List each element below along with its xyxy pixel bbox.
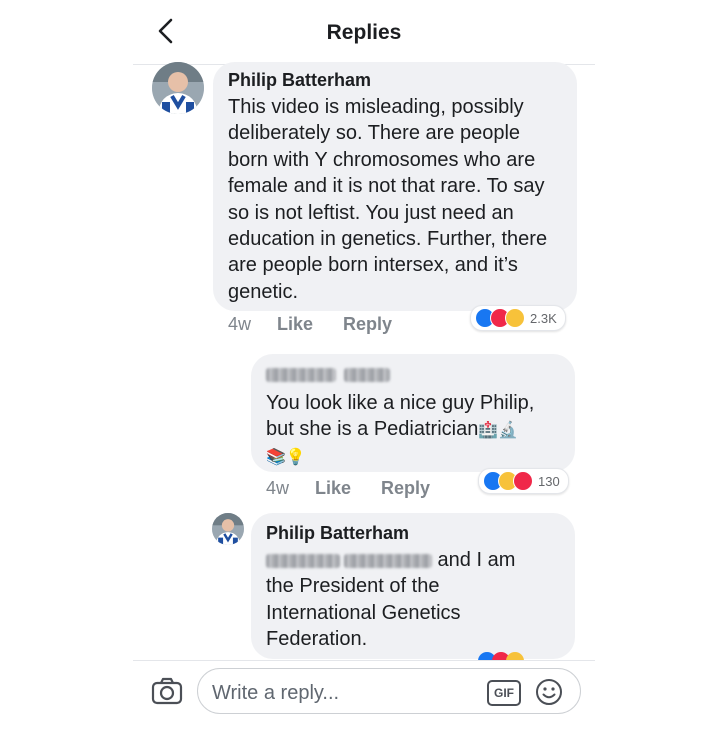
page-title: Replies bbox=[326, 21, 402, 44]
comment-bubble: Philip Batterham and I am the President … bbox=[251, 513, 575, 659]
comment-text: and I am bbox=[266, 547, 575, 573]
reply-button[interactable]: Reply bbox=[381, 478, 430, 498]
love-reaction-icon bbox=[513, 471, 533, 491]
emoji-hospital-microscope: 🏥🔬 bbox=[478, 422, 519, 440]
comment-text: You look like a nice guy Philip, but she… bbox=[266, 390, 575, 445]
haha-reaction-icon bbox=[505, 308, 525, 328]
reply-button[interactable]: Reply bbox=[343, 314, 392, 334]
reply-placeholder: Write a reply... bbox=[212, 682, 340, 704]
partial-reaction-icons bbox=[478, 652, 534, 660]
comment-text-body: the President of the International Genet… bbox=[266, 575, 461, 651]
comment-bubble: You look like a nice guy Philip, but she… bbox=[251, 354, 575, 472]
emoji-icon[interactable] bbox=[535, 678, 563, 706]
person-photo-icon bbox=[152, 62, 204, 114]
comment-text-after-mention: and I am bbox=[432, 549, 516, 571]
gif-button[interactable]: GIF bbox=[487, 680, 521, 706]
comment-time: 4w bbox=[228, 314, 252, 334]
reaction-summary[interactable]: 130 bbox=[478, 468, 569, 494]
emoji-books-bulb: 📚💡 bbox=[266, 448, 306, 466]
comment-actions: 4w Like Reply bbox=[228, 314, 422, 335]
comment-author[interactable]: Philip Batterham bbox=[228, 70, 577, 91]
camera-icon[interactable] bbox=[151, 677, 183, 705]
reply-input[interactable]: Write a reply... GIF bbox=[197, 668, 581, 714]
comment-bubble: Philip Batterham This video is misleadin… bbox=[213, 62, 577, 311]
reply-composer: Write a reply... GIF bbox=[133, 660, 595, 729]
avatar[interactable] bbox=[212, 513, 244, 545]
like-button[interactable]: Like bbox=[277, 314, 313, 334]
reaction-count: 2.3K bbox=[530, 310, 557, 326]
comment-actions: 4w Like Reply bbox=[266, 478, 460, 499]
comment-author[interactable]: Philip Batterham bbox=[266, 523, 575, 544]
redacted-author-name bbox=[266, 366, 575, 384]
like-button[interactable]: Like bbox=[315, 478, 351, 498]
reaction-summary[interactable]: 2.3K bbox=[470, 305, 566, 331]
replies-screen: Replies Philip Batterham This video is m… bbox=[133, 0, 595, 729]
avatar[interactable] bbox=[152, 62, 204, 114]
comment-time: 4w bbox=[266, 478, 290, 498]
person-photo-icon bbox=[212, 513, 244, 545]
comment-text: This video is misleading, possibly delib… bbox=[228, 96, 548, 303]
reaction-count: 130 bbox=[538, 473, 560, 489]
redacted-mention[interactable] bbox=[266, 549, 432, 571]
header-bar: Replies bbox=[133, 0, 595, 65]
